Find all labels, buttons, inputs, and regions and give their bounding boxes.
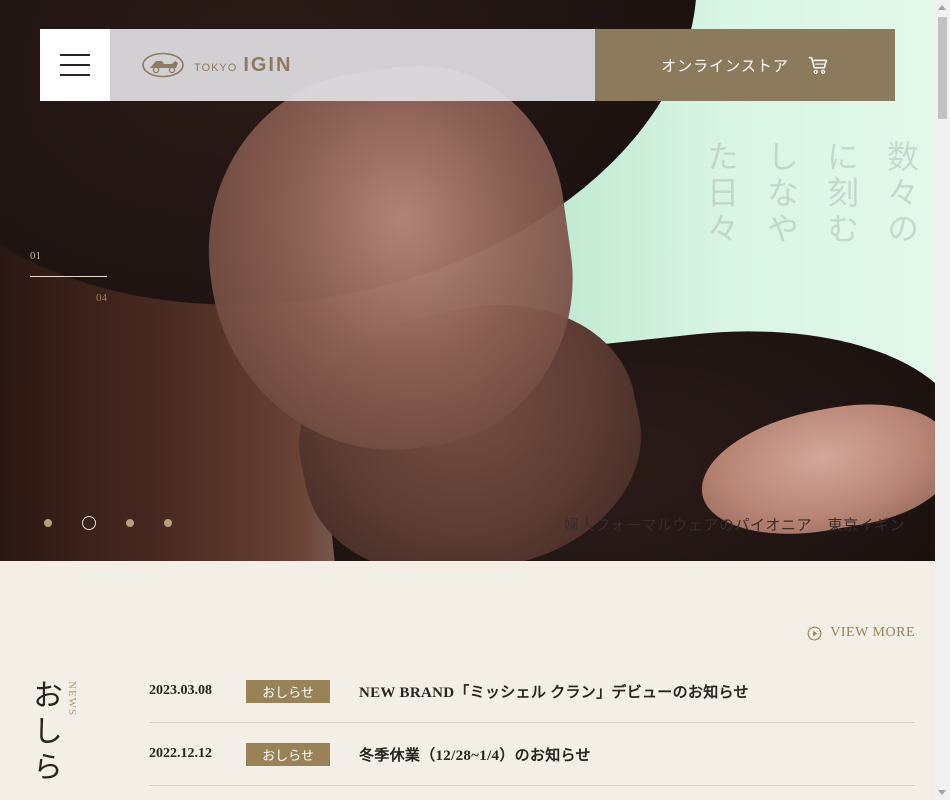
hero-copy-line: 数々の bbox=[883, 140, 919, 248]
page-scrollbar[interactable] bbox=[935, 0, 950, 800]
news-category-badge: おしらせ bbox=[246, 742, 330, 766]
slide-dot-4[interactable] bbox=[164, 519, 172, 527]
news-list: 2023.03.08 おしらせ NEW BRAND「ミッシェル クラン」デビュー… bbox=[149, 660, 915, 786]
news-category-badge: おしらせ bbox=[246, 679, 330, 703]
news-headline[interactable]: NEW BRAND「ミッシェル クラン」デビューのお知らせ bbox=[359, 681, 749, 702]
hero-copy-line: に刻む bbox=[823, 140, 859, 248]
hero-tagline: 婦人フォーマルウェアのパイオニア 東京イギン bbox=[563, 517, 905, 534]
news-item[interactable]: 2023.03.08 おしらせ NEW BRAND「ミッシェル クラン」デビュー… bbox=[149, 660, 915, 723]
site-header: TOKYO IGIN オンラインストア bbox=[40, 29, 895, 101]
scroll-up-arrow-icon[interactable] bbox=[938, 5, 946, 10]
view-more-link[interactable]: VIEW MORE bbox=[807, 625, 915, 641]
carriage-logo-icon[interactable] bbox=[142, 52, 184, 78]
hero-copy-line: しなや bbox=[763, 140, 799, 248]
cart-icon bbox=[808, 56, 827, 74]
menu-icon-bar bbox=[60, 54, 90, 56]
menu-icon-bar bbox=[60, 74, 90, 76]
slide-counter-current: 01 bbox=[30, 250, 41, 262]
news-date: 2022.12.12 bbox=[149, 746, 212, 761]
slide-counter-divider bbox=[30, 276, 107, 277]
play-circle-icon bbox=[807, 626, 822, 640]
slide-counter-total: 04 bbox=[96, 292, 107, 304]
scroll-down-arrow-icon[interactable] bbox=[938, 790, 946, 795]
logo-bar: TOKYO IGIN bbox=[110, 29, 595, 101]
slide-counter: 01 04 bbox=[30, 250, 107, 304]
hamburger-menu-button[interactable] bbox=[40, 29, 110, 101]
hero-copy-line: た日々 bbox=[703, 140, 739, 248]
hero-vertical-copy: 数々の に刻む しなや た日々 bbox=[698, 140, 924, 248]
news-item[interactable]: 2022.12.12 おしらせ 冬季休業（12/28~1/4）のお知らせ bbox=[149, 723, 915, 786]
slide-dot-2[interactable] bbox=[82, 516, 96, 530]
logo-small-text: TOKYO bbox=[194, 61, 238, 74]
view-more-label: VIEW MORE bbox=[830, 625, 915, 640]
scrollbar-thumb[interactable] bbox=[938, 17, 947, 119]
news-section: VIEW MORE おしら NEWS 2023.03.08 おしらせ NEW B… bbox=[0, 561, 935, 800]
site-logo[interactable]: TOKYO IGIN bbox=[194, 54, 292, 77]
logo-big-text: IGIN bbox=[243, 53, 293, 76]
online-store-button[interactable]: オンラインストア bbox=[595, 29, 895, 101]
menu-icon-bar bbox=[60, 64, 90, 66]
news-heading-jp: おしら bbox=[28, 679, 61, 787]
news-headline[interactable]: 冬季休業（12/28~1/4）のお知らせ bbox=[359, 744, 591, 765]
online-store-label: オンラインストア bbox=[661, 57, 789, 75]
news-date: 2023.03.08 bbox=[149, 683, 212, 698]
slide-dot-3[interactable] bbox=[126, 519, 134, 527]
slide-dot-1[interactable] bbox=[44, 519, 52, 527]
news-heading-en: NEWS bbox=[66, 681, 78, 717]
slide-dots bbox=[44, 516, 172, 530]
